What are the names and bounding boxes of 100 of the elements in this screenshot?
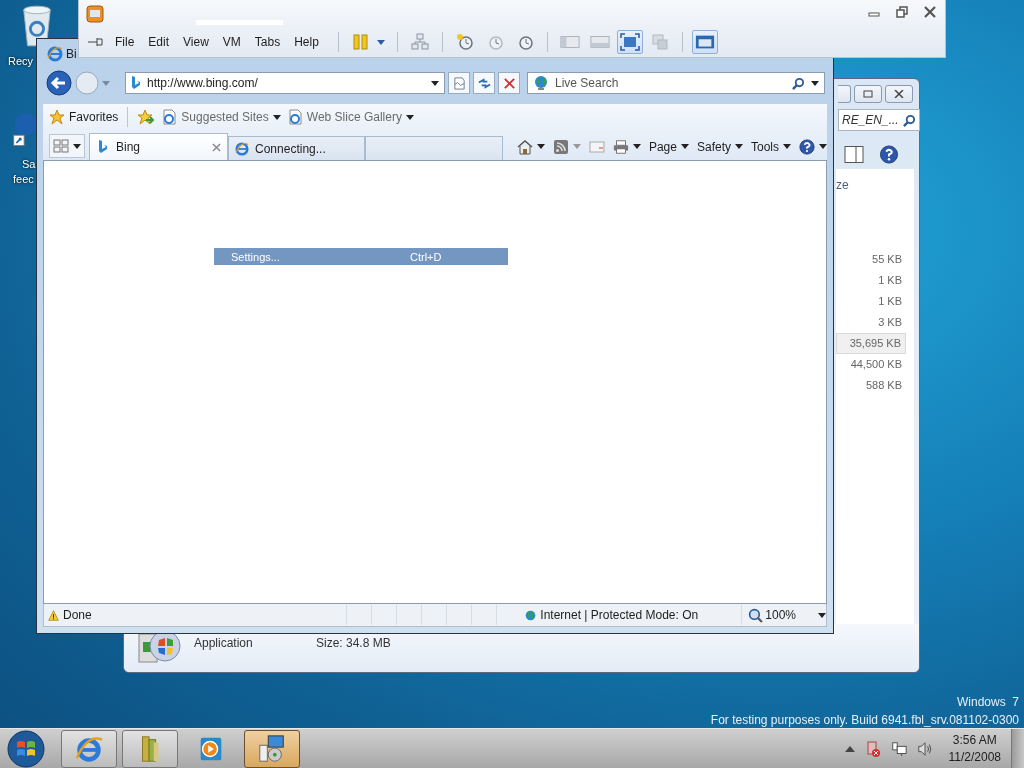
home-button[interactable] bbox=[516, 138, 545, 155]
file-size[interactable]: 3 KB bbox=[874, 312, 906, 333]
minimize-button[interactable] bbox=[838, 85, 851, 103]
caret-icon bbox=[73, 143, 81, 149]
layout-icon bbox=[589, 33, 610, 51]
caret-icon bbox=[632, 144, 641, 149]
menu-item[interactable]: Tabs bbox=[254, 35, 281, 49]
menu-item[interactable]: VM bbox=[222, 35, 241, 49]
help-icon bbox=[799, 138, 815, 155]
caret-icon bbox=[376, 39, 385, 45]
desktop-icon-label[interactable]: Recy bbox=[8, 55, 34, 67]
close-button[interactable] bbox=[923, 6, 937, 18]
zoom-button[interactable]: 100% bbox=[741, 605, 826, 625]
restore-button[interactable] bbox=[895, 6, 909, 18]
file-size[interactable]: 1 KB bbox=[874, 270, 906, 291]
desktop-icon-label[interactable]: feec bbox=[13, 173, 34, 185]
add-favorite-icon[interactable] bbox=[137, 109, 156, 125]
desktop-icon-label[interactable]: Sa bbox=[22, 158, 36, 170]
network-icon bbox=[409, 33, 430, 51]
console-button[interactable] bbox=[691, 30, 718, 54]
feed-icon bbox=[552, 138, 569, 155]
caret-icon bbox=[783, 144, 791, 149]
menu-item[interactable]: Help bbox=[294, 35, 319, 49]
star-icon bbox=[49, 109, 65, 125]
file-size[interactable]: 1 KB bbox=[874, 291, 906, 312]
preview-pane-icon[interactable] bbox=[844, 145, 864, 164]
caret-icon bbox=[818, 612, 826, 618]
window-title: Bi bbox=[66, 46, 77, 61]
show-desktop-button[interactable] bbox=[1011, 728, 1024, 768]
print-button[interactable] bbox=[612, 138, 641, 155]
stop-button[interactable] bbox=[498, 72, 520, 94]
command-menu[interactable]: Tools bbox=[751, 139, 791, 154]
command-menu[interactable]: Safety bbox=[696, 139, 743, 154]
action-center-icon[interactable] bbox=[864, 739, 881, 758]
refresh-icon bbox=[477, 76, 491, 90]
show-hidden-icons-button[interactable] bbox=[844, 745, 855, 752]
search-icon[interactable] bbox=[792, 76, 805, 90]
fullscreen-button[interactable] bbox=[616, 30, 643, 54]
taskbar-button[interactable] bbox=[244, 729, 300, 768]
quick-tabs-button[interactable] bbox=[49, 134, 85, 158]
file-size-detail: Size: 34.8 MB bbox=[316, 636, 391, 650]
menu-item[interactable]: Edit bbox=[148, 35, 170, 49]
menu-item[interactable]: File bbox=[115, 35, 135, 49]
column-header[interactable]: ze bbox=[836, 178, 849, 192]
bing-icon bbox=[131, 76, 141, 90]
build-notice: For testing purposes only. Build 6941.fbl_srv.081102-0300 bbox=[710, 712, 1019, 729]
start-button[interactable] bbox=[6, 728, 46, 768]
search-icon bbox=[903, 113, 916, 127]
file-size[interactable]: 44,500 KB bbox=[846, 354, 906, 375]
caret-icon bbox=[536, 144, 545, 149]
house-icon bbox=[516, 138, 533, 155]
fullscreen-icon bbox=[619, 33, 640, 51]
file-size[interactable]: 588 KB bbox=[861, 375, 906, 396]
browser-tab[interactable]: Bing bbox=[89, 133, 229, 160]
layout-icon bbox=[559, 33, 580, 51]
network-icon[interactable] bbox=[890, 739, 907, 758]
envelope-icon bbox=[588, 138, 605, 155]
app-icon bbox=[86, 5, 104, 23]
favorites-link[interactable]: Web Slice Gallery bbox=[286, 109, 414, 125]
search-field[interactable]: Live Search bbox=[555, 76, 786, 90]
menu-item[interactable]: View bbox=[183, 35, 209, 49]
security-zone[interactable]: Internet | Protected Mode: On bbox=[540, 608, 738, 622]
browser-icon bbox=[47, 45, 63, 62]
favorites-link[interactable]: Suggested Sites bbox=[161, 109, 281, 125]
address-field[interactable]: http://www.bing.com/ bbox=[125, 72, 445, 94]
warning-icon bbox=[48, 607, 60, 623]
compatibility-button[interactable] bbox=[448, 72, 470, 94]
help-button[interactable] bbox=[799, 138, 827, 155]
command-menu[interactable]: Page bbox=[648, 139, 689, 154]
console-icon bbox=[694, 33, 715, 51]
close-button[interactable] bbox=[885, 85, 913, 103]
status-text: Done bbox=[63, 608, 93, 622]
help-icon[interactable] bbox=[879, 145, 899, 164]
close-icon bbox=[502, 76, 516, 90]
dropdown-icon[interactable] bbox=[431, 80, 439, 86]
taskbar-button[interactable] bbox=[61, 729, 117, 768]
clock-icon bbox=[454, 33, 475, 51]
feeds-button[interactable] bbox=[552, 138, 581, 155]
dropdown-icon[interactable] bbox=[811, 80, 819, 86]
file-size[interactable]: 55 KB bbox=[868, 249, 906, 270]
caret-icon bbox=[272, 114, 281, 120]
installer-icon bbox=[257, 733, 287, 764]
history-dropdown-icon[interactable] bbox=[102, 80, 110, 86]
close-icon[interactable] bbox=[212, 142, 222, 152]
back-button[interactable] bbox=[46, 70, 72, 96]
page-icon bbox=[286, 109, 303, 125]
clock[interactable]: 3:56 AM 11/2/2008 bbox=[948, 731, 1001, 766]
search-field[interactable]: RE_EN_... bbox=[838, 109, 920, 131]
file-size[interactable]: 35,695 KB bbox=[836, 333, 906, 354]
windows-icon bbox=[649, 33, 670, 51]
browser-tab[interactable]: Connecting... bbox=[228, 136, 366, 160]
speaker-icon[interactable] bbox=[916, 739, 933, 758]
taskbar-button[interactable] bbox=[122, 729, 178, 768]
close-icon bbox=[893, 90, 905, 98]
favorites-button[interactable]: Favorites bbox=[49, 109, 119, 125]
maximize-icon bbox=[862, 90, 874, 98]
search-box[interactable]: Live Search bbox=[527, 72, 825, 94]
file-type: Application bbox=[194, 636, 253, 650]
pin-icon[interactable] bbox=[88, 37, 104, 47]
refresh-button[interactable] bbox=[473, 72, 495, 94]
